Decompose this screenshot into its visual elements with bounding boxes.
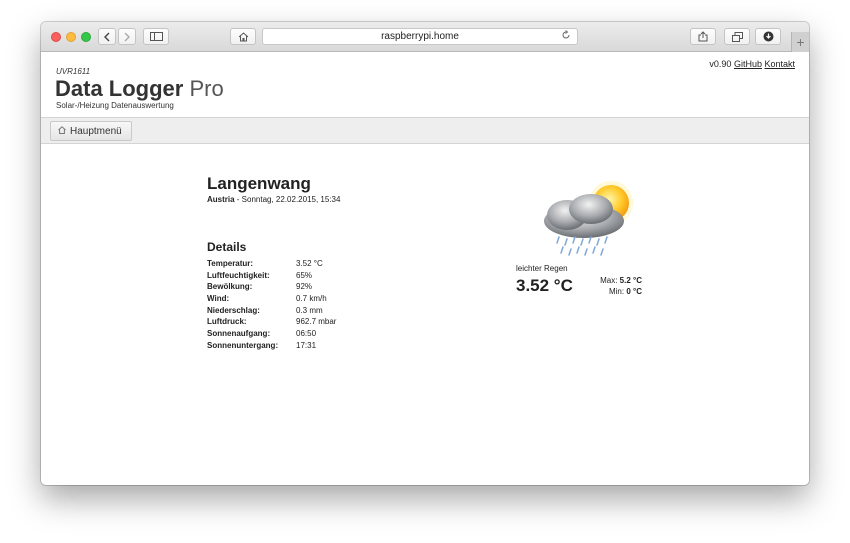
details-row: Luftfeuchtigkeit: 65% (207, 271, 336, 283)
sidebar-button[interactable] (143, 28, 169, 45)
share-icon (698, 31, 708, 42)
details-row: Wind: 0.7 km/h (207, 294, 336, 306)
datetime-text: - Sonntag, 22.02.2015, 15:34 (236, 195, 341, 204)
chevron-left-icon (104, 32, 110, 41)
details-label: Luftfeuchtigkeit: (207, 270, 270, 280)
zoom-window-button[interactable] (81, 32, 91, 42)
city-name: Langenwang (207, 174, 311, 193)
contact-link[interactable]: Kontakt (764, 59, 795, 69)
header-links: v0.90 GitHub Kontakt (709, 59, 795, 69)
details-value: 65% (296, 270, 313, 280)
details-row: Sonnenuntergang: 17:31 (207, 341, 336, 353)
url-text: raspberrypi.home (381, 31, 459, 42)
browser-toolbar: raspberrypi.home + (41, 22, 809, 52)
details-label: Sonnenaufgang: (207, 329, 271, 339)
brand-title[interactable]: Data Logger Pro (55, 76, 224, 102)
plus-icon: + (796, 34, 805, 50)
brand-title-light: Pro (189, 76, 224, 101)
min-temperature: Min: 0 °C (589, 286, 642, 297)
close-window-button[interactable] (51, 32, 61, 42)
details-title: Details (207, 240, 247, 254)
details-row: Sonnenaufgang: 06:50 (207, 329, 336, 341)
minimize-window-button[interactable] (66, 32, 76, 42)
forward-button[interactable] (118, 28, 136, 45)
brand-subtitle: Solar-/Heizung Datenauswertung (56, 101, 174, 110)
details-label: Sonnenuntergang: (207, 340, 279, 350)
details-value: 3.52 °C (296, 259, 323, 268)
details-label: Temperatur: (207, 259, 254, 268)
details-label: Bewölkung: (207, 282, 253, 292)
brand-title-bold: Data Logger (55, 76, 184, 101)
max-label: Max: (600, 276, 618, 285)
details-row: Luftdruck: 962.7 mbar (207, 317, 336, 329)
details-label: Luftdruck: (207, 317, 247, 327)
min-label: Min: (608, 287, 625, 296)
download-icon (763, 31, 773, 42)
brand-model: UVR1611 (56, 67, 91, 76)
share-button[interactable] (690, 28, 716, 45)
max-temperature: Max: 5.2 °C (589, 275, 642, 286)
details-value: 962.7 mbar (296, 317, 337, 327)
browser-window: raspberrypi.home + v0.90 GitHub Kontakt … (41, 22, 809, 485)
location-subline: Austria - Sonntag, 22.02.2015, 15:34 (207, 195, 340, 204)
page-content: v0.90 GitHub Kontakt UVR1611 Data Logger… (41, 53, 809, 485)
chevron-right-icon (124, 32, 130, 41)
details-label: Wind: (207, 294, 230, 304)
main-menu-label: Hauptmenü (70, 125, 122, 137)
sidebar-icon (149, 32, 163, 41)
max-value: 5.2 °C (619, 276, 642, 285)
details-value: 0.7 km/h (296, 294, 327, 304)
address-bar[interactable]: raspberrypi.home (262, 28, 578, 45)
details-table: Temperatur: 3.52 °C Luftfeuchtigkeit: 65% … (207, 259, 336, 353)
home-icon (238, 31, 248, 41)
tabs-icon (731, 31, 743, 42)
version-label: v0.90 (709, 59, 732, 69)
details-row: Bewölkung: 92% (207, 282, 336, 294)
details-value: 92% (296, 282, 313, 292)
details-value: 0.3 mm (296, 305, 323, 315)
details-row: Niederschlag: 0.3 mm (207, 306, 336, 318)
tabs-button[interactable] (724, 28, 750, 45)
min-value: 0 °C (626, 287, 642, 296)
new-tab-button[interactable]: + (791, 32, 809, 52)
github-link[interactable]: GitHub (734, 59, 762, 69)
navbar: Hauptmenü (41, 117, 809, 144)
country-name: Austria (207, 195, 235, 204)
details-value: 06:50 (296, 329, 317, 339)
reload-icon[interactable] (561, 29, 571, 45)
home-button[interactable] (230, 28, 256, 45)
home-icon (58, 126, 66, 136)
max-min-temperature: Max: 5.2 °C Min: 0 °C (589, 275, 642, 297)
weather-condition: leichter Regen (516, 264, 568, 273)
back-button[interactable] (98, 28, 116, 45)
current-temperature: 3.52 °C (516, 276, 573, 295)
downloads-button[interactable] (755, 28, 781, 45)
details-row: Temperatur: 3.52 °C (207, 259, 336, 271)
details-label: Niederschlag: (207, 305, 260, 315)
details-value: 17:31 (296, 340, 317, 350)
sun-cloud-rain-icon (544, 181, 633, 256)
main-menu-button[interactable]: Hauptmenü (50, 121, 132, 141)
